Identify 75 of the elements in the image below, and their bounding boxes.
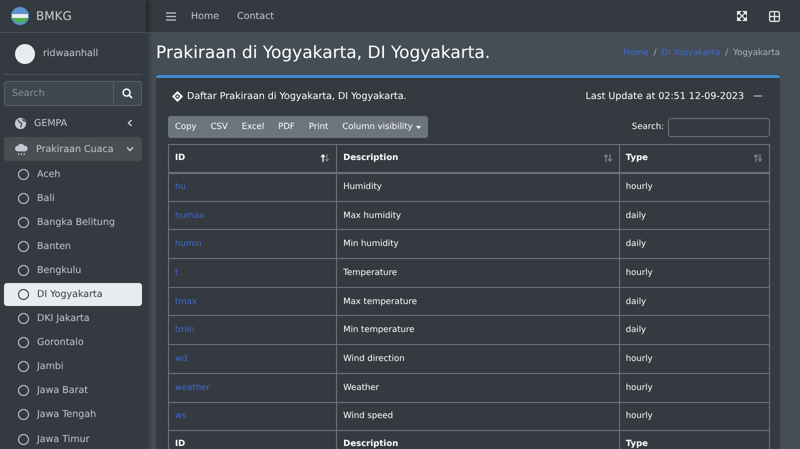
search-icon xyxy=(122,88,133,99)
menu-sub-item[interactable]: Banten xyxy=(4,235,142,258)
circle-icon xyxy=(18,337,29,348)
menu-item[interactable]: GEMPA xyxy=(4,111,142,135)
menu-sub-item[interactable]: Aceh xyxy=(4,162,142,186)
menu-sub-item[interactable]: Bengkulu xyxy=(4,259,142,282)
table-cell: Wind direction xyxy=(336,344,620,374)
brand-name: BMKG xyxy=(36,9,72,23)
column-header[interactable]: Description xyxy=(336,144,620,172)
expand-arrows-icon xyxy=(737,11,747,21)
grid-icon xyxy=(769,10,780,22)
column-header[interactable]: ID xyxy=(168,144,337,172)
circle-icon xyxy=(18,313,29,324)
menu-sub-item[interactable]: Jawa Timur xyxy=(4,428,142,449)
table-cell: Min humidity xyxy=(336,230,620,259)
column-footer: ID xyxy=(168,430,337,449)
menu-sub-item[interactable]: Jawa Barat xyxy=(4,380,142,402)
table-cell: daily xyxy=(619,230,770,259)
table-cell: Max humidity xyxy=(336,201,620,230)
menu-icon xyxy=(166,12,176,20)
user-name[interactable]: ridwaanhall xyxy=(43,48,98,59)
table-cell: daily xyxy=(619,316,770,345)
menu-sub-item[interactable]: Jawa Tengah xyxy=(4,404,142,426)
last-update: Last Update at 02:51 12-09-2023 xyxy=(586,90,744,102)
nav-link[interactable]: Contact xyxy=(228,10,284,22)
table-cell: Min temperature xyxy=(336,316,620,345)
column-header[interactable]: Type xyxy=(619,144,770,172)
current-page-label: Yogyakarta xyxy=(733,48,780,58)
card-title: Daftar Prakiraan di Yogyakarta, DI Yogyakarta. xyxy=(187,90,408,102)
table-cell: Humidity xyxy=(336,172,620,202)
table-cell: daily xyxy=(619,287,770,316)
crosshair-icon xyxy=(172,90,183,102)
table-cell: hourly xyxy=(619,373,770,402)
menu-sub-item[interactable]: Bali xyxy=(4,186,142,210)
table-cell: hourly xyxy=(619,172,770,202)
logo-icon xyxy=(10,6,30,26)
nav-link[interactable]: Home xyxy=(182,10,228,22)
search-label: Search: xyxy=(632,122,664,132)
minus-icon xyxy=(754,95,762,97)
menu-sub-item[interactable]: DKI Jakarta xyxy=(4,307,142,330)
breadcrumb-separator: / xyxy=(725,48,728,58)
circle-icon xyxy=(18,361,29,372)
table-cell: hourly xyxy=(619,258,770,288)
table-cell: Max temperature xyxy=(336,287,620,316)
circle-icon xyxy=(18,264,29,276)
circle-icon xyxy=(18,434,29,445)
caret-icon xyxy=(416,126,421,128)
globe-icon xyxy=(14,116,27,130)
table-cell: daily xyxy=(619,201,770,230)
menu-sub-item[interactable]: Gorontalo xyxy=(4,331,142,354)
avatar xyxy=(15,44,35,64)
search-button[interactable] xyxy=(114,81,142,106)
breadcrumb-separator: / xyxy=(654,48,657,58)
circle-icon xyxy=(18,385,29,396)
table-cell: Temperature xyxy=(336,258,620,288)
menu-sub-item[interactable]: Jambi xyxy=(4,356,142,378)
circle-icon xyxy=(18,168,29,180)
menu-item[interactable]: Prakiraan Cuaca xyxy=(4,137,142,161)
page-title: Prakiraan di Yogyakarta, DI Yogyakarta. xyxy=(156,43,492,63)
chevron-icon xyxy=(126,119,134,127)
table-cell: Weather xyxy=(336,373,620,402)
circle-icon xyxy=(18,409,29,420)
circle-icon xyxy=(18,240,29,252)
cloud-rain-icon xyxy=(14,142,29,156)
chevron-icon xyxy=(126,145,134,153)
circle-icon xyxy=(18,289,29,300)
table-cell: Wind speed xyxy=(336,402,620,431)
menu-sub-item[interactable]: DI Yogyakarta xyxy=(4,283,142,306)
circle-icon xyxy=(18,216,29,228)
sidebar-search-field[interactable]: Search xyxy=(4,81,114,106)
circle-icon xyxy=(18,192,29,204)
table-cell: hourly xyxy=(619,402,770,431)
table-search-field[interactable] xyxy=(668,118,770,136)
menu-sub-item[interactable]: Bangka Belitung xyxy=(4,210,142,234)
table-cell: hourly xyxy=(619,344,770,374)
